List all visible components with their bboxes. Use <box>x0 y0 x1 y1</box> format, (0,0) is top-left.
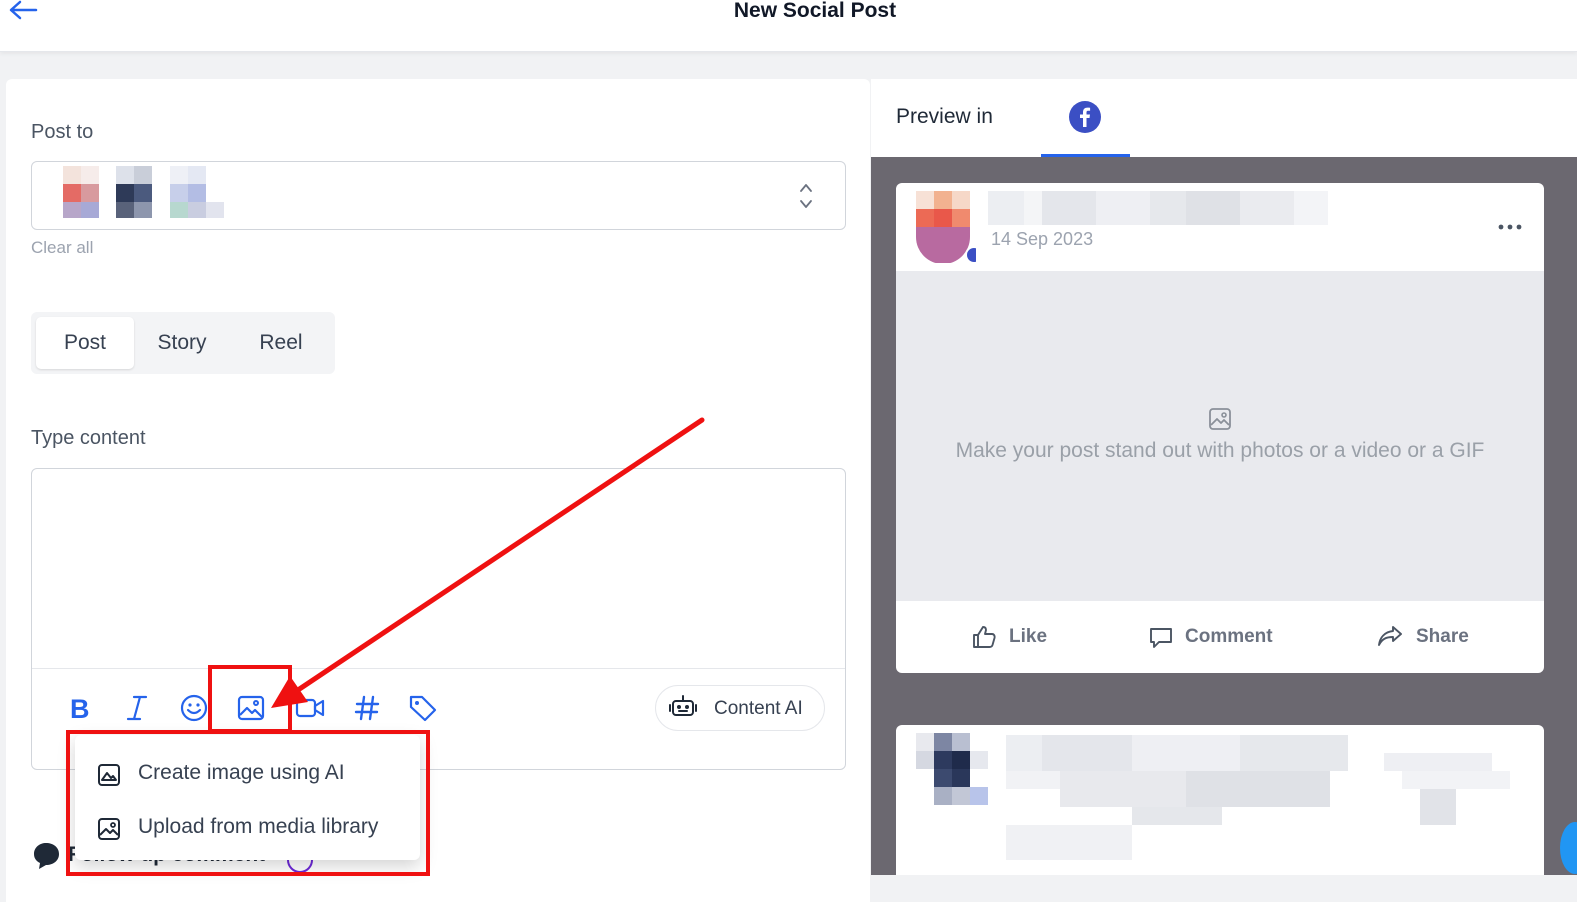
annotation-arrow <box>271 417 705 708</box>
